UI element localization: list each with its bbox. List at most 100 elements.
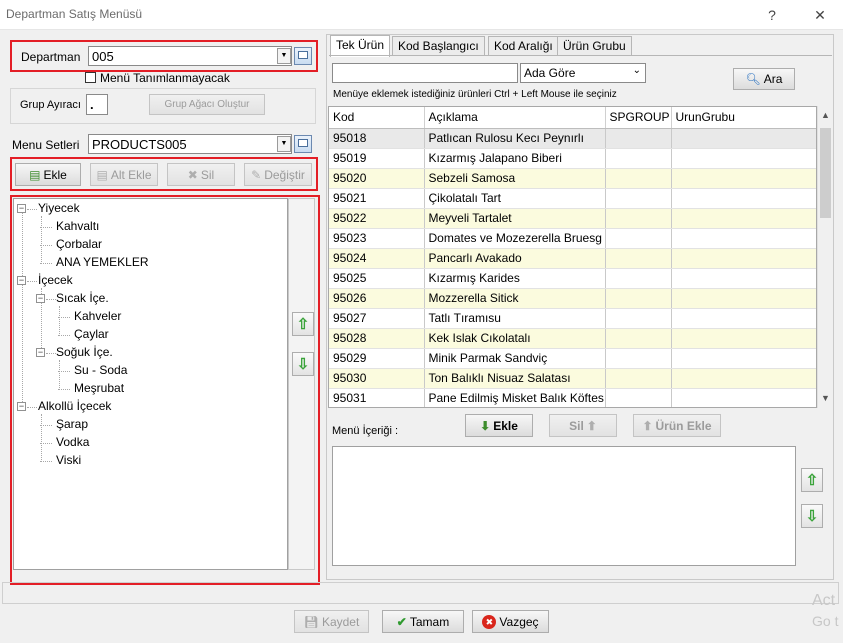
menu-delete-button[interactable]: Sil ⬆ (549, 414, 617, 437)
tree-item[interactable]: Çorbalar (56, 237, 102, 251)
add-button[interactable]: ▤ Ekle (15, 163, 81, 186)
add-product-button[interactable]: ⬆ Ürün Ekle (633, 414, 721, 437)
column-header-kod[interactable]: Kod (329, 107, 425, 129)
table-cell-urungrubu (671, 368, 816, 389)
tree-connector (58, 371, 70, 372)
table-row[interactable]: 95021 Çikolatalı Tart (329, 188, 816, 209)
tree-collapse-icon[interactable]: − (17, 402, 26, 411)
tree-collapse-icon[interactable]: − (17, 276, 26, 285)
up-arrow-icon: ⇧ (805, 472, 819, 489)
save-button[interactable]: 💾︎ Kaydet (294, 610, 369, 633)
table-cell-spgroup (605, 388, 672, 407)
cancel-button[interactable]: ✖ Vazgeç (472, 610, 549, 633)
table-cell-spgroup (605, 368, 672, 389)
tree-item[interactable]: Soğuk İçe. (56, 345, 113, 359)
selection-hint: Menüye eklemek istediğiniz ürünleri Ctrl… (333, 89, 617, 100)
tree-connector (58, 317, 70, 318)
table-cell-kod: 95018 (329, 128, 425, 149)
menu-tree[interactable] (13, 198, 288, 570)
tab-single-product[interactable]: Tek Ürün (330, 35, 391, 57)
table-cell-urungrubu (671, 208, 816, 229)
column-header-urungrubu[interactable]: UrunGrubu (671, 107, 816, 129)
menu-add-button[interactable]: ⬇ Ekle (465, 414, 533, 437)
table-row[interactable]: 95023 Domates ve Mozezerella Bruesg (329, 228, 816, 249)
tree-collapse-icon[interactable]: − (17, 204, 26, 213)
table-row[interactable]: 95030 Ton Balıklı Nisuaz Salatası (329, 368, 816, 389)
add-sub-button[interactable]: ▤ Alt Ekle (90, 163, 158, 186)
table-cell-kod: 95025 (329, 268, 425, 289)
tree-item[interactable]: Şarap (56, 417, 88, 431)
table-row[interactable]: 95024 Pancarlı Avakado (329, 248, 816, 269)
tree-item[interactable]: Viski (56, 453, 81, 467)
table-row[interactable]: 95018 Patlıcan Rulosu Kecı Peynırlı (329, 128, 816, 149)
scroll-thumb[interactable] (820, 128, 831, 218)
table-row[interactable]: 95019 Kızarmış Jalapano Biberi (329, 148, 816, 169)
tab-code-start[interactable]: Kod Başlangıcı (392, 36, 485, 56)
department-lookup-icon[interactable] (294, 47, 312, 65)
no-menu-checkbox[interactable] (85, 72, 96, 83)
tree-connector (58, 335, 70, 336)
tree-item[interactable]: Meşrubat (74, 381, 124, 395)
delete-button[interactable]: ✖ Sil (167, 163, 235, 186)
ok-button[interactable]: ✔ Tamam (382, 610, 464, 633)
table-cell-aciklama: Meyveli Tartalet (424, 208, 606, 229)
menu-move-up-button[interactable]: ⇧ (801, 468, 823, 492)
column-header-spgroup[interactable]: SPGROUP (605, 107, 672, 129)
search-mode-select[interactable]: Ada Göre ⌄ (520, 63, 646, 83)
table-cell-urungrubu (671, 388, 816, 407)
product-grid[interactable]: Kod Açıklama SPGROUP UrunGrubu 95018 Patl… (328, 106, 817, 408)
table-row[interactable]: 95031 Pane Edilmiş Misket Balık Köftes (329, 388, 816, 407)
help-button[interactable]: ? (760, 4, 784, 26)
tree-collapse-icon[interactable]: − (36, 294, 45, 303)
tree-collapse-icon[interactable]: − (36, 348, 45, 357)
scroll-up-icon[interactable]: ▲ (821, 110, 830, 120)
table-row[interactable]: 95027 Tatlı Tıramısu (329, 308, 816, 329)
change-icon: ✎ (251, 167, 262, 182)
scroll-down-icon[interactable]: ▼ (821, 393, 830, 403)
grid-scrollbar[interactable]: ▲ ▼ (817, 106, 833, 408)
down-arrow-icon: ⇩ (805, 508, 819, 525)
tree-move-down-button[interactable]: ⇩ (292, 352, 314, 376)
tree-item[interactable]: Yiyecek (38, 201, 80, 215)
table-row[interactable]: 95029 Minik Parmak Sandviç (329, 348, 816, 369)
change-button[interactable]: ✎ Değiştir (244, 163, 312, 186)
tree-item[interactable]: Alkollü İçecek (38, 399, 111, 413)
menu-content-list[interactable] (332, 446, 796, 566)
table-row[interactable]: 95020 Sebzeli Samosa (329, 168, 816, 189)
department-field[interactable]: 005 (88, 46, 292, 66)
menu-sets-field[interactable]: PRODUCTS005 (88, 134, 292, 154)
delete-icon: ✖ (187, 167, 198, 182)
tree-connector (58, 389, 70, 390)
column-header-aciklama[interactable]: Açıklama (424, 107, 606, 129)
tree-move-up-button[interactable]: ⇧ (292, 312, 314, 336)
tree-item[interactable]: Su - Soda (74, 363, 127, 377)
table-row[interactable]: 95022 Meyveli Tartalet (329, 208, 816, 229)
tree-connector (40, 245, 52, 246)
tree-item[interactable]: İçecek (38, 273, 73, 287)
menu-sets-dropdown-button[interactable]: ▼ (277, 136, 291, 152)
close-button[interactable]: ✕ (808, 4, 832, 26)
search-button[interactable]: 🔍︎ Ara (733, 68, 795, 90)
table-cell-aciklama: Patlıcan Rulosu Kecı Peynırlı (424, 128, 606, 149)
table-cell-spgroup (605, 208, 672, 229)
table-cell-kod: 95027 (329, 308, 425, 329)
table-row[interactable]: 95028 Kek Islak Cıkolatalı (329, 328, 816, 349)
group-separator-field[interactable]: . (86, 94, 108, 115)
tree-item[interactable]: Çaylar (74, 327, 109, 341)
tree-item[interactable]: ANA YEMEKLER (56, 255, 148, 269)
tree-item[interactable]: Kahveler (74, 309, 121, 323)
tree-item[interactable]: Vodka (56, 435, 89, 449)
tree-item[interactable]: Kahvaltı (56, 219, 99, 233)
search-input[interactable] (332, 63, 518, 83)
table-row[interactable]: 95026 Mozzerella Sitick (329, 288, 816, 309)
menu-move-down-button[interactable]: ⇩ (801, 504, 823, 528)
group-tree-button[interactable]: Grup Ağacı Oluştur (149, 94, 265, 115)
tree-item[interactable]: Sıcak İçe. (56, 291, 109, 305)
search-button-label: Ara (763, 72, 783, 86)
department-dropdown-button[interactable]: ▼ (277, 48, 291, 64)
tab-code-range[interactable]: Kod Aralığı (488, 36, 559, 56)
tab-divider (329, 55, 832, 56)
table-row[interactable]: 95025 Kızarmış Karides (329, 268, 816, 289)
tab-product-group[interactable]: Ürün Grubu (557, 36, 632, 56)
menu-sets-lookup-icon[interactable] (294, 135, 312, 153)
